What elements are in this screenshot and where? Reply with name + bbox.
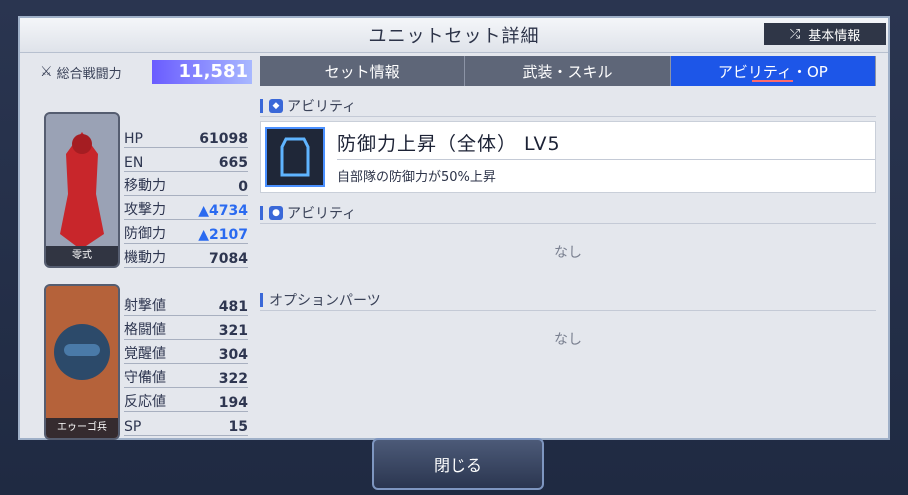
stat-sp: SP 15 [124, 412, 248, 436]
shuffle-icon: ⤮ [789, 26, 801, 42]
unit-ability-item[interactable]: 防御力上昇（全体） LV5 自部隊の防御力が50%上昇 [260, 121, 876, 193]
stat-attack: 攻撃力 ▲4734 [124, 196, 248, 220]
pilot-name: エゥーゴ兵 [46, 418, 118, 438]
basic-info-label: 基本情報 [808, 28, 861, 44]
stat-guard: 守備値 322 [124, 364, 248, 388]
power-value: 11,581 [152, 60, 252, 84]
stat-melee: 格闘値 321 [124, 316, 248, 340]
unit-ability-header: ◆ アビリティ [260, 96, 876, 117]
page-title: ユニットセット詳細 [368, 26, 540, 47]
defense-shield-icon [265, 127, 325, 187]
stat-defense: 防御力 ▲2107 [124, 220, 248, 244]
total-power: ⚔ 総合戦闘力 11,581 [40, 60, 252, 84]
pilot-icon: ● [269, 206, 283, 220]
stat-en: EN 665 [124, 148, 248, 172]
option-parts-header: オプションパーツ [260, 290, 876, 311]
crossed-swords-icon: ⚔ [40, 64, 53, 80]
tab-abilities-op[interactable]: アビリティ・OP [670, 56, 876, 86]
tab-weapons-skills[interactable]: 武装・スキル [465, 56, 671, 86]
stat-reaction: 反応値 194 [124, 388, 248, 412]
pilot-card[interactable]: エゥーゴ兵 [44, 284, 120, 440]
unit-name: 零式 [46, 246, 118, 266]
left-column: ⚔ 総合戦闘力 11,581 零式 HP 61098 EN 665 移動力 0 攻撃力… [24, 56, 252, 440]
pilot-ability-header: ● アビリティ [260, 203, 876, 224]
unit-card[interactable]: 零式 [44, 112, 120, 268]
pilot-portrait [46, 286, 118, 438]
ability-desc: 自部隊の防御力が50%上昇 [337, 170, 496, 185]
basic-info-button[interactable]: ⤮ 基本情報 [764, 23, 886, 45]
stat-move: 移動力 0 [124, 172, 248, 196]
ability-name: 防御力上昇（全体） LV5 [337, 129, 875, 160]
option-parts-empty: なし [554, 332, 582, 348]
pilot-stats: 射撃値 481 格闘値 321 覚醒値 304 守備値 322 反応値 194 SP 15 [124, 292, 248, 436]
unit-icon: ◆ [269, 99, 283, 113]
tab-set-info[interactable]: セット情報 [260, 56, 466, 86]
title-bar: ユニットセット詳細 ⤮ 基本情報 [20, 18, 888, 53]
right-column: セット情報 武装・スキル アビリティ・OP ◆ アビリティ 防御力上昇（全体） … [260, 56, 876, 438]
stat-mobility: 機動力 7084 [124, 244, 248, 268]
pilot-ability-empty: なし [554, 245, 582, 261]
power-label: 総合戦闘力 [56, 66, 122, 82]
stat-shooting: 射撃値 481 [124, 292, 248, 316]
stat-hp: HP 61098 [124, 124, 248, 148]
unit-stats: HP 61098 EN 665 移動力 0 攻撃力 ▲4734 防御力 ▲2107 機動力… [124, 124, 248, 268]
stat-awaken: 覚醒値 304 [124, 340, 248, 364]
close-button[interactable]: 閉じる [372, 438, 544, 490]
unit-portrait [46, 114, 118, 266]
unit-detail-panel: ユニットセット詳細 ⤮ 基本情報 ⚔ 総合戦闘力 11,581 零式 HP 610… [18, 16, 890, 440]
tab-bar: セット情報 武装・スキル アビリティ・OP [260, 56, 876, 86]
